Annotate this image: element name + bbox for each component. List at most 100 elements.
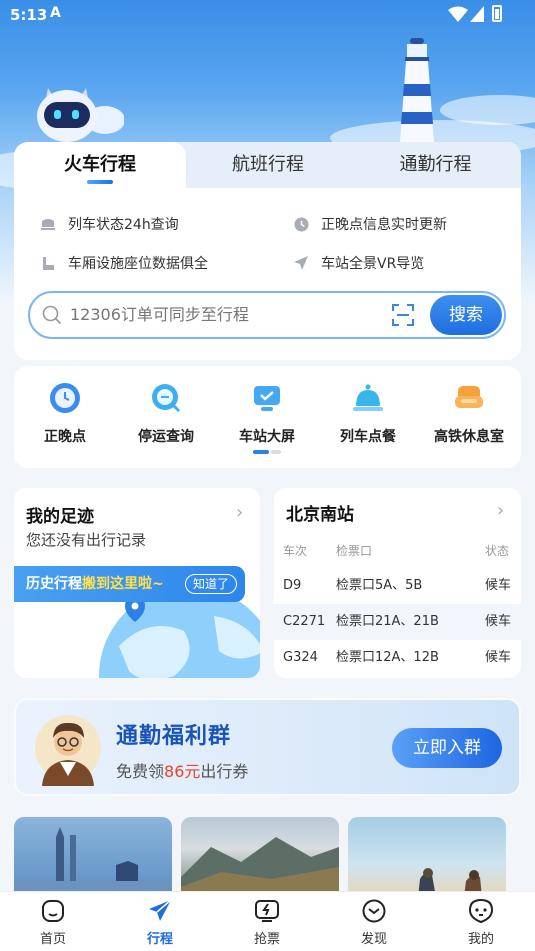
tab-train-label: 火车行程 bbox=[64, 154, 136, 175]
quick-label: 高铁休息室 bbox=[434, 429, 504, 445]
photo-card-city[interactable] bbox=[14, 817, 172, 897]
row-status: 候车 bbox=[485, 614, 512, 629]
header-status: 状态 bbox=[485, 544, 510, 558]
search-icon bbox=[42, 305, 62, 325]
tab-flight-label: 航班行程 bbox=[232, 154, 304, 175]
search-button[interactable]: 搜索 bbox=[430, 295, 502, 335]
commute-sub-pre: 免费领 bbox=[116, 762, 165, 781]
quick-label: 正晚点 bbox=[44, 429, 86, 445]
seat-icon bbox=[40, 255, 56, 271]
row-train: C2271 bbox=[283, 614, 326, 629]
sofa-icon bbox=[453, 382, 485, 414]
profile-icon bbox=[468, 898, 494, 924]
footprint-card[interactable]: 我的足迹 › 您还没有出行记录 历史行程搬到这里啦~ 知道了 bbox=[14, 488, 260, 678]
feature-label: 列车状态24h查询 bbox=[68, 217, 179, 233]
history-trip-banner: 历史行程搬到这里啦~ 知道了 bbox=[14, 566, 245, 602]
tab-flight[interactable]: 航班行程 bbox=[186, 142, 350, 188]
nav-trip[interactable]: 行程 bbox=[130, 898, 190, 947]
wifi-icon bbox=[448, 6, 468, 22]
quick-lounge[interactable]: 高铁休息室 bbox=[424, 380, 514, 446]
ticket-grab-icon bbox=[255, 900, 279, 922]
feature-label: 车站全景VR导览 bbox=[321, 256, 425, 272]
search-input[interactable] bbox=[70, 293, 380, 337]
bottom-nav: 首页 行程 抢票 发现 我的 bbox=[0, 891, 535, 951]
feature-seat-data: 车厢设施座位数据俱全 bbox=[40, 253, 208, 273]
feature-label: 正晚点信息实时更新 bbox=[321, 217, 447, 233]
quick-suspension-query[interactable]: 停运查询 bbox=[121, 380, 211, 446]
nav-discover[interactable]: 发现 bbox=[344, 898, 404, 947]
tab-train[interactable]: 火车行程 bbox=[14, 142, 186, 188]
chevron-right-icon[interactable]: › bbox=[497, 500, 504, 521]
robot-mascot bbox=[37, 88, 124, 142]
signal-icon bbox=[470, 6, 484, 22]
header-train: 车次 bbox=[283, 544, 308, 558]
clock-icon bbox=[293, 216, 309, 232]
row-train: G324 bbox=[283, 650, 318, 665]
trip-icon bbox=[149, 899, 172, 921]
trip-card: 火车行程 航班行程 通勤行程 列车状态24h查询 正晚点信息实时更新 车厢设施座… bbox=[14, 142, 521, 360]
quick-train-meal[interactable]: 列车点餐 bbox=[323, 380, 413, 446]
battery-icon bbox=[492, 5, 502, 22]
discover-icon bbox=[362, 899, 386, 923]
quick-label: 车站大屏 bbox=[239, 429, 295, 445]
feature-vr-guide: 车站全景VR导览 bbox=[293, 253, 424, 273]
photo-card-travelers[interactable] bbox=[348, 817, 506, 897]
skyline-illustration bbox=[14, 827, 172, 897]
quick-actions: 正晚点 停运查询 车站大屏 列车点餐 高铁休息室 bbox=[14, 366, 521, 468]
station-card[interactable]: 北京南站 › 车次 检票口 状态 D9 检票口5A、5B 候车 C2271 检票… bbox=[274, 488, 521, 678]
banner-text: 历史行程搬到这里啦~ bbox=[26, 566, 164, 602]
tab-active-indicator bbox=[87, 180, 113, 184]
status-time: 5:13 bbox=[10, 6, 48, 24]
train-icon bbox=[40, 216, 56, 232]
banner-text-highlight: 搬到这里啦~ bbox=[82, 576, 164, 592]
banner-text-prefix: 历史行程 bbox=[26, 576, 82, 592]
tab-commute-label: 通勤行程 bbox=[399, 154, 472, 175]
station-title: 北京南站 bbox=[286, 505, 354, 525]
feature-train-status: 列车状态24h查询 bbox=[40, 214, 179, 234]
row-train: D9 bbox=[283, 578, 302, 593]
mountain-illustration bbox=[181, 837, 339, 897]
nav-profile[interactable]: 我的 bbox=[451, 898, 511, 947]
avatar bbox=[35, 715, 101, 786]
travelers-illustration bbox=[418, 868, 482, 897]
footprint-subtitle: 您还没有出行记录 bbox=[26, 531, 147, 549]
table-row: D9 检票口5A、5B 候车 bbox=[274, 568, 521, 604]
chevron-right-icon[interactable]: › bbox=[236, 502, 243, 523]
nav-label: 抢票 bbox=[253, 932, 280, 947]
nav-label: 我的 bbox=[467, 932, 494, 947]
quick-label: 列车点餐 bbox=[340, 429, 396, 445]
screen-icon bbox=[251, 382, 283, 414]
lighthouse-illustration bbox=[400, 38, 434, 142]
quick-delay[interactable]: 正晚点 bbox=[20, 380, 110, 446]
tab-commute[interactable]: 通勤行程 bbox=[350, 142, 521, 188]
bell-icon bbox=[352, 382, 384, 414]
feature-label: 车厢设施座位数据俱全 bbox=[68, 256, 208, 272]
scan-icon[interactable] bbox=[392, 304, 414, 326]
quick-label: 停运查询 bbox=[138, 429, 194, 445]
commute-group-banner[interactable]: 通勤福利群 免费领86元出行券 立即入群 bbox=[14, 698, 521, 796]
nav-home[interactable]: 首页 bbox=[23, 898, 83, 947]
photo-card-mountain[interactable] bbox=[181, 817, 339, 897]
table-row: G324 检票口12A、12B 候车 bbox=[274, 640, 521, 676]
quick-station-screen[interactable]: 车站大屏 bbox=[222, 380, 312, 446]
row-gate: 检票口12A、12B bbox=[336, 650, 439, 665]
got-it-button[interactable]: 知道了 bbox=[184, 574, 237, 594]
nav-label: 首页 bbox=[39, 932, 66, 947]
navigation-icon bbox=[293, 255, 309, 271]
page-indicator bbox=[253, 450, 283, 454]
footprint-title: 我的足迹 bbox=[26, 507, 94, 527]
table-row: C2271 检票口21A、21B 候车 bbox=[274, 604, 521, 640]
row-status: 候车 bbox=[485, 578, 512, 593]
commute-subtitle: 免费领86元出行券 bbox=[116, 758, 248, 782]
nav-label: 行程 bbox=[146, 932, 173, 947]
trip-tabs: 火车行程 航班行程 通勤行程 bbox=[14, 142, 521, 188]
commute-title: 通勤福利群 bbox=[116, 724, 232, 749]
header-gate: 检票口 bbox=[336, 544, 373, 558]
row-gate: 检票口5A、5B bbox=[336, 578, 423, 593]
row-gate: 检票口21A、21B bbox=[336, 614, 439, 629]
status-bar: 5:13 A bbox=[0, 0, 535, 30]
station-table-header: 车次 检票口 状态 bbox=[274, 538, 521, 568]
join-group-button[interactable]: 立即入群 bbox=[392, 728, 502, 768]
nav-grab-ticket[interactable]: 抢票 bbox=[237, 898, 297, 947]
nav-label: 发现 bbox=[360, 932, 387, 947]
